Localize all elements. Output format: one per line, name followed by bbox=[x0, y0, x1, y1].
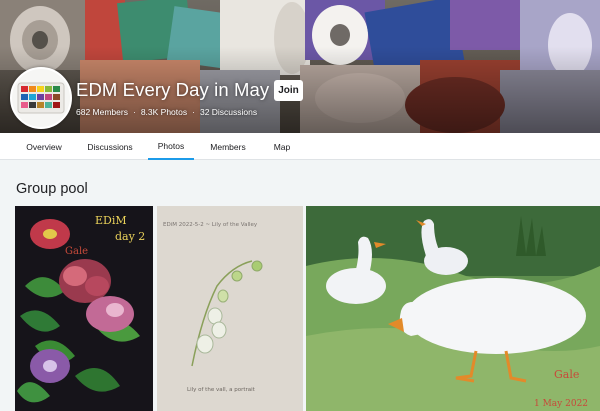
photo-signature: Gale bbox=[554, 368, 579, 381]
lily-sketch-image: EDiM 2022-5-2 ~ Lily of the Valley Lily … bbox=[157, 206, 303, 411]
photo-caption-line: EDiM bbox=[95, 214, 127, 227]
tab-photos[interactable]: Photos bbox=[148, 133, 194, 160]
group-pool-title: Group pool bbox=[16, 181, 88, 197]
group-title: EDM Every Day in May bbox=[76, 79, 270, 100]
members-count[interactable]: 682 Members bbox=[76, 107, 128, 117]
stats-separator: · bbox=[192, 107, 195, 117]
pool-photo-flowers[interactable]: EDiM day 2 Gale bbox=[15, 206, 153, 411]
stats-separator: · bbox=[132, 107, 136, 117]
discussions-count[interactable]: 32 Discussions bbox=[200, 107, 257, 117]
watercolor-palette-icon bbox=[12, 69, 70, 127]
tab-map[interactable]: Map bbox=[264, 133, 300, 160]
pool-photo-lily[interactable]: EDiM 2022-5-2 ~ Lily of the Valley Lily … bbox=[157, 206, 303, 411]
pool-photo-geese[interactable]: Gale 1 May 2022 bbox=[306, 206, 600, 411]
join-button[interactable]: Join bbox=[274, 80, 303, 101]
photo-caption-text: Lily of the vall, a portrait bbox=[187, 387, 256, 393]
photo-header-text: EDiM 2022-5-2 ~ Lily of the Valley bbox=[163, 222, 258, 228]
geese-sketch-image: Gale 1 May 2022 bbox=[306, 206, 600, 411]
photo-date: 1 May 2022 bbox=[534, 399, 588, 409]
tab-overview[interactable]: Overview bbox=[16, 133, 72, 160]
tab-discussions[interactable]: Discussions bbox=[82, 133, 138, 160]
photos-count[interactable]: 8.3K Photos bbox=[141, 107, 187, 117]
group-tabs: Overview Discussions Photos Members Map bbox=[0, 133, 600, 160]
photo-caption-line: day 2 bbox=[115, 230, 145, 243]
flower-sketch-image: EDiM day 2 Gale bbox=[15, 206, 153, 411]
tab-members[interactable]: Members bbox=[204, 133, 252, 160]
group-avatar[interactable] bbox=[10, 67, 72, 129]
group-stats: 682 Members · 8.3K Photos · 32 Discussions bbox=[76, 107, 257, 117]
photo-caption-line: Gale bbox=[65, 246, 88, 257]
